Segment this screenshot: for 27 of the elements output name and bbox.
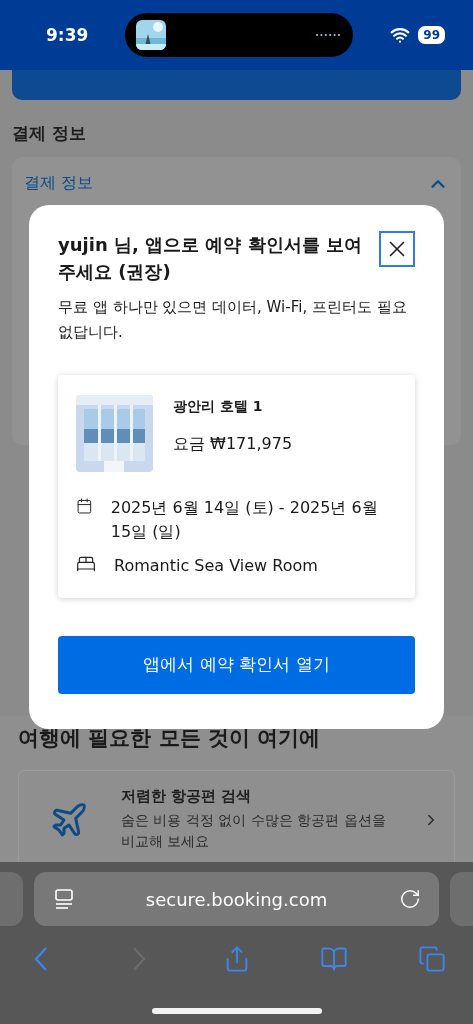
address-bar[interactable]: secure.booking.com [34,872,439,926]
feature-title: 저렴한 항공편 검색 [121,787,253,806]
dots-icon [315,33,342,37]
open-in-app-button[interactable]: 앱에서 예약 확인서 열기 [58,635,415,694]
stay-dates: 2025년 6월 14일 (토) - 2025년 6월 15일 (일) [110,496,379,543]
accordion-label[interactable]: 결제 정보 [24,173,94,194]
close-button[interactable] [379,231,415,267]
hotel-name: 광안리 호텔 1 [173,397,264,416]
section-title: 결제 정보 [12,122,87,145]
reload-icon[interactable] [399,888,421,910]
dialog-title: yujin 님, 앱으로 예약 확인서를 보여주세요 (권장) [58,233,363,284]
feature-description: 숨은 비용 걱정 없이 수많은 항공편 옵션을 비교해 보세요 [121,811,387,851]
section-heading: 여행에 필요한 모든 것이 여기에 [18,725,322,752]
room-name: Romantic Sea View Room [114,554,318,577]
url-text: secure.booking.com [145,888,328,910]
wifi-icon [390,25,411,45]
clock-time: 9:39 [46,25,89,45]
dialog-description: 무료 앱 하나만 있으면 데이터, Wi-Fi, 프린터도 필요 없답니다. [58,297,408,343]
reader-icon [54,888,74,910]
battery-level: 99 [418,26,445,44]
book-icon [320,945,349,973]
tabs-icon [418,945,446,973]
tab-preview [450,872,473,926]
price-text: 요금 ₩171,975 [173,433,293,455]
tab-preview [0,872,23,926]
calendar-icon [76,495,93,516]
back-icon [34,947,48,971]
